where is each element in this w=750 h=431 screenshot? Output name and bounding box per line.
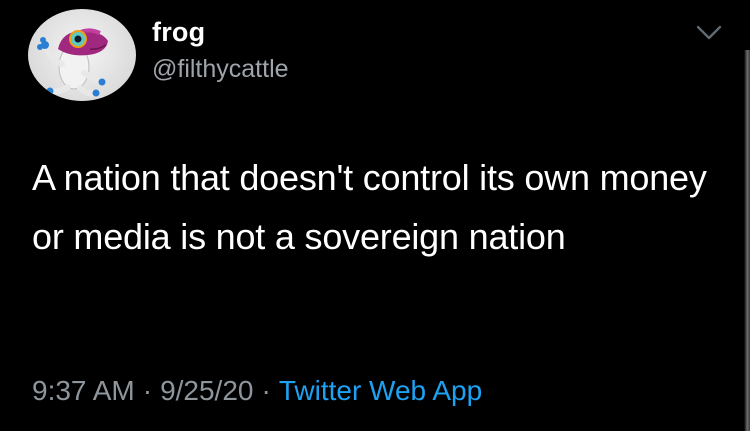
tweet-metadata: 9:37 AM · 9/25/20 · Twitter Web App — [32, 375, 482, 407]
user-handle[interactable]: @filthycattle — [152, 55, 289, 84]
scrollbar[interactable] — [744, 50, 750, 431]
tweet-card: frog @filthycattle A nation that doesn't… — [0, 0, 750, 431]
avatar[interactable] — [28, 9, 136, 101]
separator: · — [261, 375, 271, 406]
chevron-down-icon[interactable] — [694, 23, 724, 43]
tweet-date[interactable]: 9/25/20 — [160, 375, 253, 406]
tweet-time[interactable]: 9:37 AM — [32, 375, 135, 406]
tweet-source-link[interactable]: Twitter Web App — [279, 375, 482, 406]
separator: · — [142, 375, 153, 406]
tree-frog-avatar-icon — [37, 28, 108, 97]
tweet-text: A nation that doesn't control its own mo… — [32, 157, 707, 257]
display-name[interactable]: frog — [152, 17, 205, 48]
